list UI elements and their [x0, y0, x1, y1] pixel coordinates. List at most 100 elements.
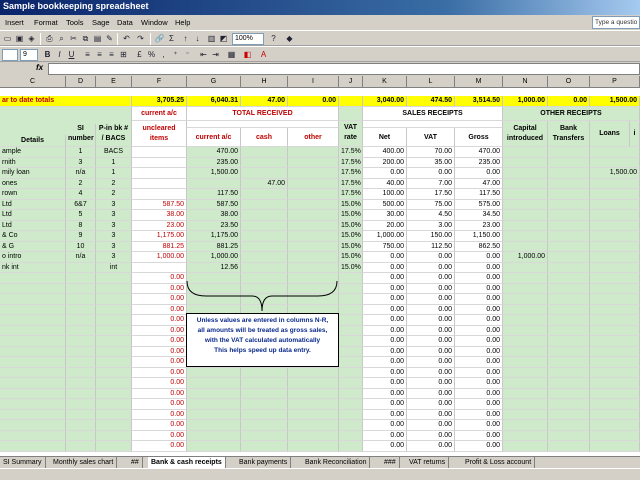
cell-p[interactable]	[590, 273, 640, 284]
cell-p[interactable]	[590, 210, 640, 221]
cell-f[interactable]: 1,000.00	[132, 252, 187, 263]
cell-k[interactable]: 750.00	[363, 241, 407, 252]
cell-h[interactable]	[241, 441, 288, 452]
cell-g[interactable]: 470.00	[187, 147, 241, 158]
cell-l[interactable]: 112.50	[407, 241, 455, 252]
cell-e[interactable]	[96, 304, 132, 315]
decrease-indent-icon[interactable]: ⇤	[198, 49, 209, 60]
cell-n[interactable]	[503, 262, 548, 273]
cell-j[interactable]: 15.0%	[339, 199, 363, 210]
cell-e[interactable]	[96, 325, 132, 336]
cell-l[interactable]: 7.00	[407, 178, 455, 189]
cell-n[interactable]	[503, 294, 548, 305]
cell-m[interactable]: 0.00	[455, 168, 503, 179]
cell-e[interactable]	[96, 399, 132, 410]
cell-i[interactable]	[288, 157, 339, 168]
cell-c[interactable]	[0, 336, 66, 347]
cell-j[interactable]	[339, 304, 363, 315]
cell-n[interactable]	[503, 388, 548, 399]
cell-p[interactable]	[590, 231, 640, 242]
cell-d[interactable]: n/a	[66, 168, 96, 179]
cell-k[interactable]: 0.00	[363, 304, 407, 315]
cell-c[interactable]: rown	[0, 189, 66, 200]
total-k[interactable]: 3,040.00	[363, 96, 407, 107]
cell-n[interactable]	[503, 378, 548, 389]
cell-g[interactable]	[187, 388, 241, 399]
cell-n[interactable]	[503, 357, 548, 368]
cell-i[interactable]	[288, 231, 339, 242]
cell-c[interactable]	[0, 399, 66, 410]
cell-p[interactable]	[590, 304, 640, 315]
cell-n[interactable]	[503, 430, 548, 441]
cell-p[interactable]	[590, 262, 640, 273]
cell-f[interactable]: 0.00	[132, 294, 187, 305]
cell-d[interactable]	[66, 294, 96, 305]
cell-i[interactable]	[288, 220, 339, 231]
cell-p[interactable]	[590, 252, 640, 263]
cell-j[interactable]: 17.5%	[339, 147, 363, 158]
cell-i[interactable]	[288, 378, 339, 389]
cell-h[interactable]	[241, 399, 288, 410]
cell-f[interactable]	[132, 147, 187, 158]
cell-o[interactable]	[548, 378, 590, 389]
cell-d[interactable]	[66, 420, 96, 431]
cell-g[interactable]	[187, 399, 241, 410]
cell-h[interactable]	[241, 199, 288, 210]
cell-p[interactable]	[590, 325, 640, 336]
cell-n[interactable]	[503, 231, 548, 242]
cell-g[interactable]: 12.56	[187, 262, 241, 273]
cell-e[interactable]: 3	[96, 220, 132, 231]
cell-e[interactable]	[96, 388, 132, 399]
cell-k[interactable]: 0.00	[363, 378, 407, 389]
cell-d[interactable]: n/a	[66, 252, 96, 263]
cell-l[interactable]: 0.00	[407, 346, 455, 357]
cell-m[interactable]: 0.00	[455, 336, 503, 347]
cell-m[interactable]: 23.00	[455, 220, 503, 231]
cell-k[interactable]: 0.00	[363, 325, 407, 336]
cell-k[interactable]: 200.00	[363, 157, 407, 168]
cell-h[interactable]	[241, 388, 288, 399]
cell-d[interactable]	[66, 378, 96, 389]
cell-e[interactable]: 2	[96, 178, 132, 189]
cell-j[interactable]: 15.0%	[339, 252, 363, 263]
cell-p[interactable]	[590, 147, 640, 158]
cell-h[interactable]	[241, 367, 288, 378]
cell-m[interactable]: 0.00	[455, 409, 503, 420]
cell-n[interactable]	[503, 283, 548, 294]
cell-j[interactable]: 15.0%	[339, 241, 363, 252]
cell-p[interactable]	[590, 220, 640, 231]
cell-p[interactable]	[590, 315, 640, 326]
print-icon[interactable]: ⎙	[44, 33, 55, 44]
cell-n[interactable]	[503, 336, 548, 347]
cell-j[interactable]	[339, 315, 363, 326]
paste-icon[interactable]: ▤	[92, 33, 103, 44]
cell-p[interactable]: 1,500.00	[590, 168, 640, 179]
cell-l[interactable]: 0.00	[407, 283, 455, 294]
cell-f[interactable]	[132, 168, 187, 179]
cell-j[interactable]: 17.5%	[339, 157, 363, 168]
cell-k[interactable]: 0.00	[363, 168, 407, 179]
cell-p[interactable]	[590, 283, 640, 294]
column-header-o[interactable]: O	[548, 76, 590, 88]
cell-p[interactable]	[590, 199, 640, 210]
cell-p[interactable]	[590, 430, 640, 441]
help-search-input[interactable]: Type a questio	[592, 16, 640, 29]
cell-k[interactable]: 0.00	[363, 294, 407, 305]
cell-d[interactable]	[66, 441, 96, 452]
cell-c[interactable]	[0, 315, 66, 326]
cell-c[interactable]	[0, 441, 66, 452]
cell-m[interactable]: 575.00	[455, 199, 503, 210]
cell-j[interactable]: 17.5%	[339, 189, 363, 200]
save-icon[interactable]: ▣	[14, 33, 25, 44]
cell-f[interactable]	[132, 178, 187, 189]
cell-o[interactable]	[548, 252, 590, 263]
total-l[interactable]: 474.50	[407, 96, 455, 107]
cell-n[interactable]	[503, 157, 548, 168]
help-icon[interactable]: ?	[268, 33, 279, 44]
cell-m[interactable]: 0.00	[455, 346, 503, 357]
cell-j[interactable]	[339, 430, 363, 441]
cell-d[interactable]	[66, 388, 96, 399]
cell-k[interactable]: 30.00	[363, 210, 407, 221]
cell-c[interactable]: & Co	[0, 231, 66, 242]
column-header-n[interactable]: N	[503, 76, 548, 88]
